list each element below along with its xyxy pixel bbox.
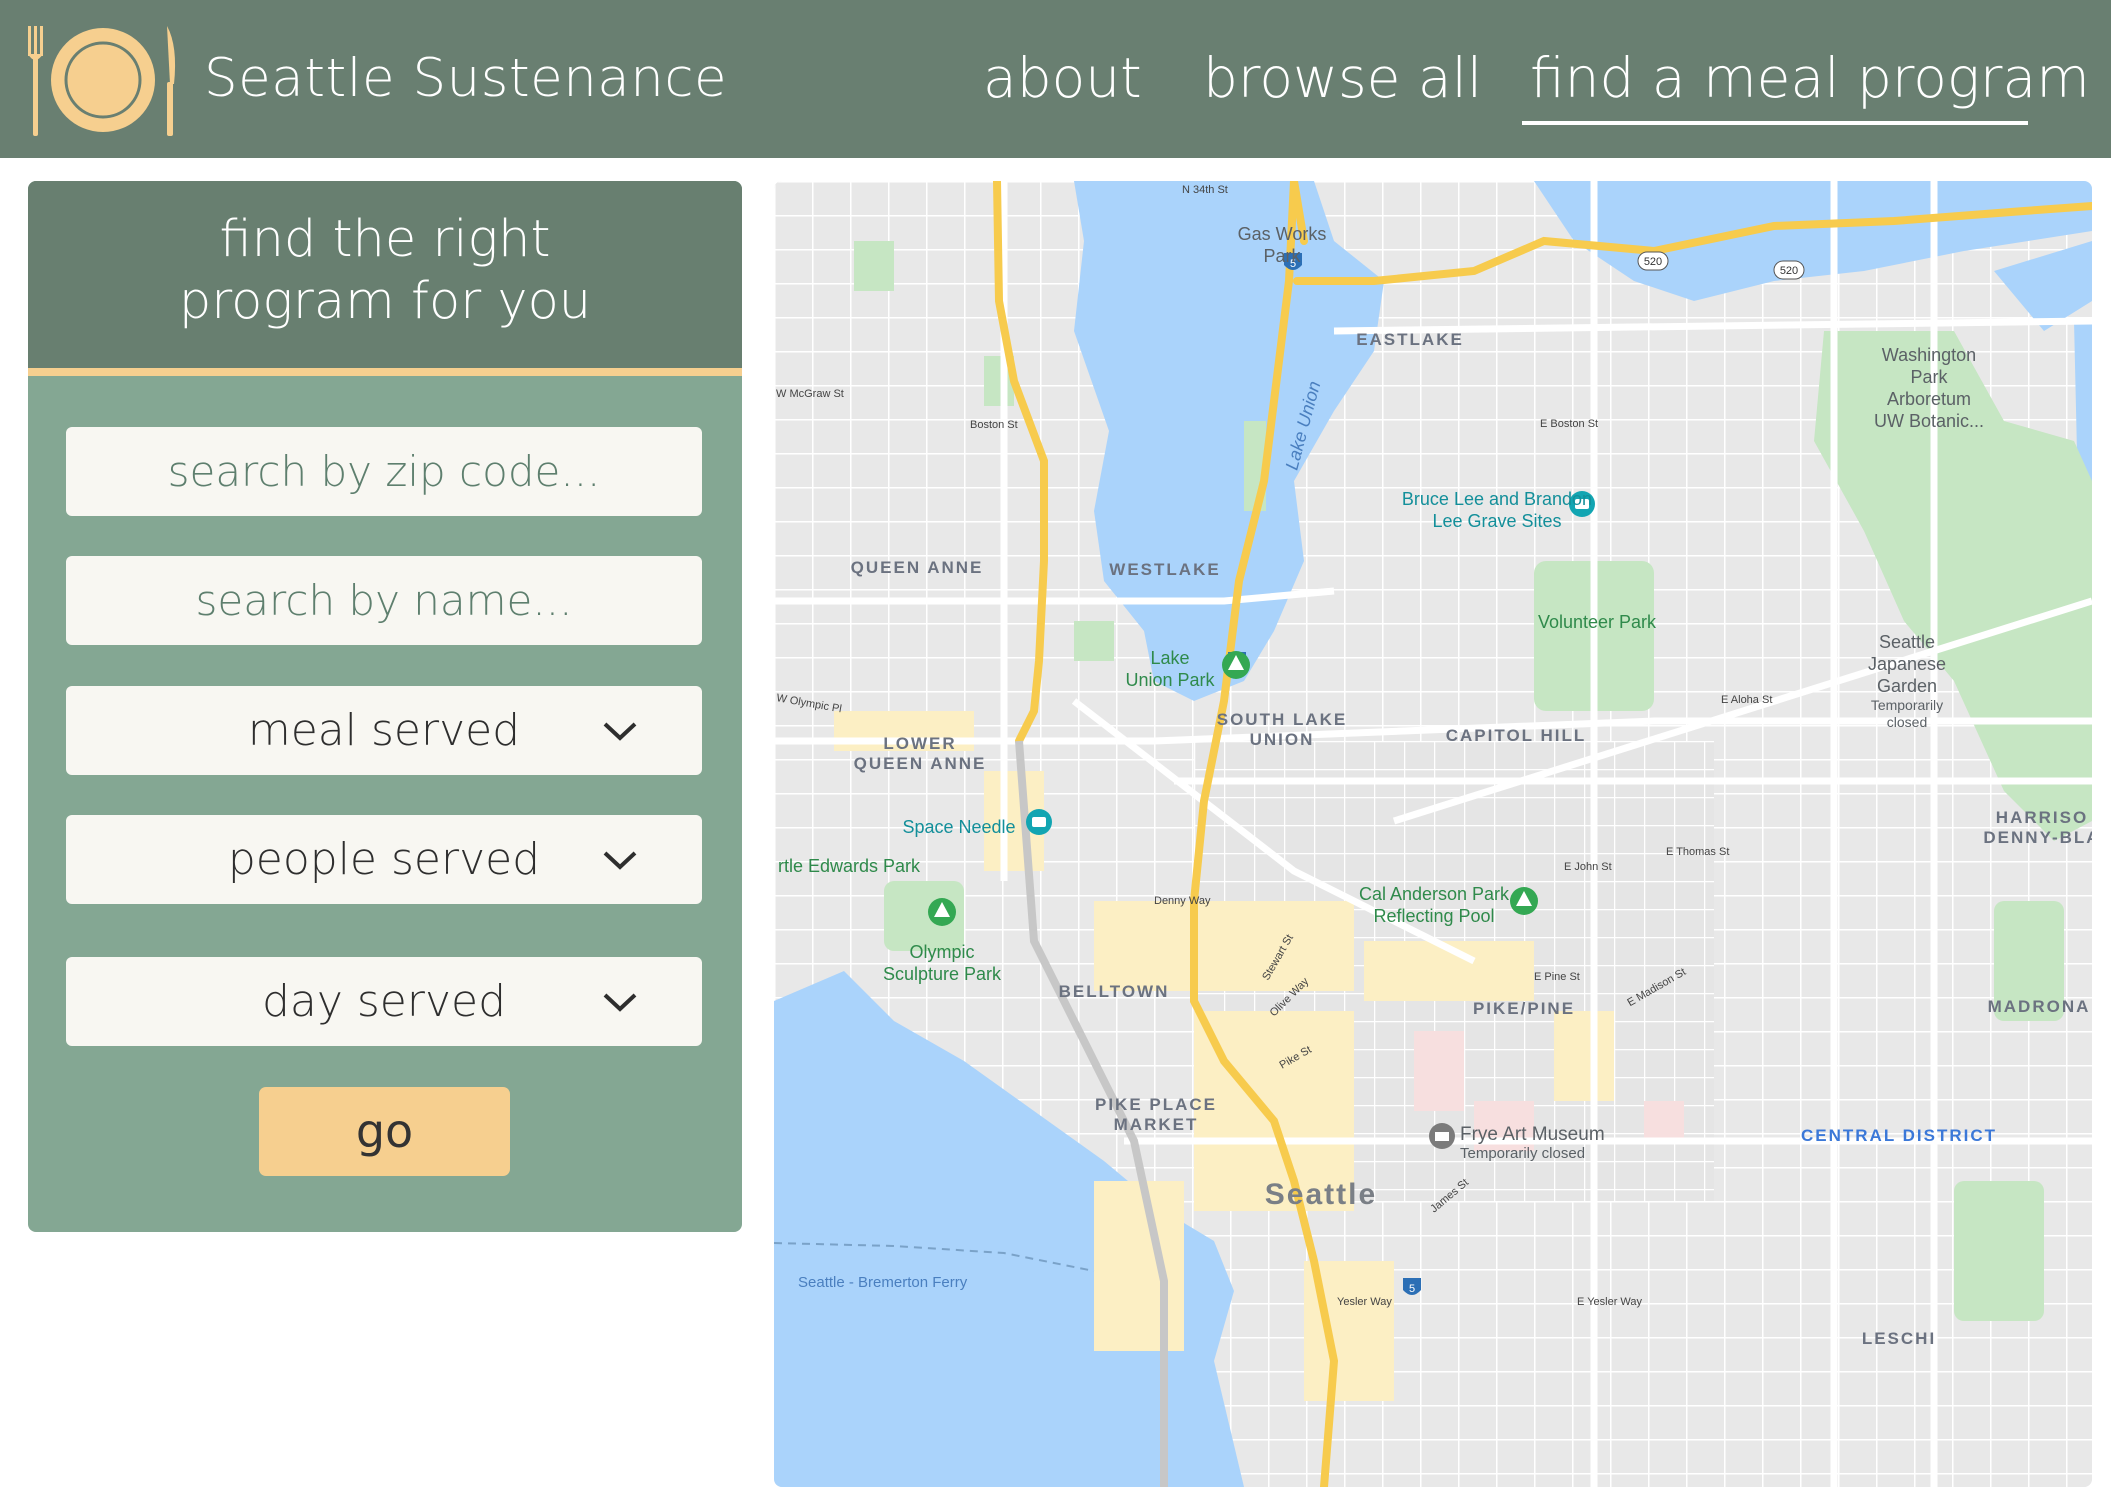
neighborhood-capitol-hill: CAPITOL HILL: [1446, 726, 1587, 745]
day-served-select[interactable]: day served: [66, 957, 702, 1046]
label-frye-museum-2: Temporarily closed: [1460, 1145, 1585, 1162]
tree-icon[interactable]: [928, 898, 956, 926]
name-field[interactable]: [66, 556, 702, 645]
panel-title: find the right program for you: [28, 209, 742, 333]
panel-header: find the right program for you: [28, 181, 742, 368]
neighborhood-pike-place-2: MARKET: [1114, 1115, 1199, 1134]
neighborhood-westlake: WESTLAKE: [1109, 560, 1220, 579]
neighborhood-eastlake: EASTLAKE: [1356, 330, 1464, 349]
fork-icon: [28, 26, 43, 136]
tree-icon[interactable]: [1510, 887, 1538, 915]
street-label-e-thomas: E Thomas St: [1666, 846, 1729, 858]
label-japanese-garden-1: Seattle: [1879, 632, 1935, 652]
label-olympic-sculpture-2: Sculpture Park: [883, 964, 1002, 984]
street-label-denny: Denny Way: [1154, 895, 1211, 907]
plate-utensils-logo-icon[interactable]: [24, 26, 180, 136]
sr520-shield-icon: 520: [1773, 260, 1805, 280]
chevron-down-icon: [603, 851, 637, 870]
label-lake-union-park-2: Union Park: [1125, 670, 1215, 690]
label-japanese-garden-2: Japanese: [1868, 654, 1946, 674]
tree-icon[interactable]: [1222, 651, 1250, 679]
panel-title-line-2: program for you: [178, 272, 592, 331]
neighborhood-lower-qa-2: QUEEN ANNE: [854, 754, 987, 773]
panel-title-line-1: find the right: [219, 210, 551, 269]
nav-find-meal-program[interactable]: find a meal program: [1530, 46, 2090, 110]
neighborhood-pike-place-1: PIKE PLACE: [1095, 1095, 1217, 1114]
label-cal-anderson-1: Cal Anderson Park: [1359, 884, 1510, 904]
ferry-label: Seattle - Bremerton Ferry: [798, 1274, 968, 1291]
label-japanese-garden-4: Temporarily: [1871, 697, 1943, 713]
people-served-select[interactable]: people served: [66, 815, 702, 904]
svg-text:5: 5: [1409, 1283, 1415, 1295]
neighborhood-queen-anne: QUEEN ANNE: [851, 558, 984, 577]
neighborhood-south-lake-2: UNION: [1250, 730, 1315, 749]
label-frye-museum-1: Frye Art Museum: [1460, 1124, 1605, 1145]
label-japanese-garden-3: Garden: [1877, 676, 1937, 696]
label-space-needle: Space Needle: [902, 817, 1015, 837]
neighborhood-pike-pine: PIKE/PINE: [1473, 999, 1575, 1018]
label-bruce-lee-2: Lee Grave Sites: [1432, 511, 1561, 531]
brand-name[interactable]: Seattle Sustenance: [204, 48, 727, 109]
plate-icon: [51, 28, 155, 132]
neighborhood-lower-qa-1: LOWER: [883, 734, 956, 753]
label-wash-park-2: Park: [1910, 367, 1948, 387]
label-bruce-lee-1: Bruce Lee and Brandon: [1402, 489, 1592, 509]
chevron-down-icon: [603, 993, 637, 1012]
street-label-n34th: N 34th St: [1182, 184, 1228, 196]
label-gas-works-1: Gas Works: [1238, 224, 1327, 244]
label-japanese-garden-5: closed: [1887, 714, 1927, 730]
neighborhood-harrison-1: HARRISO: [1996, 808, 2088, 827]
zip-code-field[interactable]: [66, 427, 702, 516]
label-lake-union-park-1: Lake: [1150, 648, 1189, 668]
neighborhood-harrison-2: DENNY-BLA: [1983, 828, 2092, 847]
street-label-e-john: E John St: [1564, 861, 1612, 873]
neighborhood-madrona: MADRONA: [1988, 997, 2091, 1016]
zip-code-input[interactable]: [66, 427, 702, 516]
neighborhood-belltown: BELLTOWN: [1059, 982, 1170, 1001]
label-gas-works-2: Park: [1263, 246, 1301, 266]
meal-served-select[interactable]: meal served: [66, 686, 702, 775]
search-panel: find the right program for you meal serv…: [28, 181, 742, 1232]
neighborhood-leschi: LESCHI: [1862, 1329, 1936, 1348]
label-olympic-sculpture-1: Olympic: [909, 942, 974, 962]
label-cal-anderson-2: Reflecting Pool: [1373, 906, 1494, 926]
street-label-e-yesler: E Yesler Way: [1577, 1296, 1643, 1308]
top-navigation-bar: Seattle Sustenance about browse all find…: [0, 0, 2111, 158]
camera-icon[interactable]: [1026, 809, 1052, 835]
svg-text:520: 520: [1780, 265, 1798, 277]
neighborhood-central-district: CENTRAL DISTRICT: [1801, 1126, 1997, 1145]
city-label-seattle: Seattle: [1265, 1178, 1377, 1211]
sr520-shield-icon: 520: [1637, 251, 1669, 271]
label-volunteer-park: Volunteer Park: [1538, 612, 1657, 632]
svg-text:520: 520: [1644, 256, 1662, 268]
street-label-e-boston: E Boston St: [1540, 418, 1598, 430]
go-button[interactable]: go: [259, 1087, 510, 1176]
street-label-boston: Boston St: [970, 419, 1018, 431]
museum-icon[interactable]: [1429, 1123, 1455, 1149]
street-label-yesler: Yesler Way: [1337, 1296, 1392, 1308]
nav-browse-all[interactable]: browse all: [1203, 46, 1482, 110]
i5-shield-icon: 5: [1403, 1278, 1421, 1295]
label-wash-park-4: UW Botanic...: [1874, 411, 1984, 431]
seattle-map[interactable]: 5 5 5 520 520: [774, 181, 2092, 1487]
street-label-w-mcgraw: W McGraw St: [776, 388, 844, 400]
name-search-input[interactable]: [66, 556, 702, 645]
chevron-down-icon: [603, 722, 637, 741]
label-wash-park-1: Washington: [1882, 345, 1976, 365]
neighborhood-south-lake-1: SOUTH LAKE: [1217, 710, 1348, 729]
street-label-e-aloha: E Aloha St: [1721, 694, 1772, 706]
label-myrtle-edwards: rtle Edwards Park: [778, 856, 921, 876]
street-label-e-pine: E Pine St: [1534, 971, 1580, 983]
nav-about[interactable]: about: [983, 46, 1142, 110]
knife-icon: [167, 26, 176, 136]
label-wash-park-3: Arboretum: [1887, 389, 1971, 409]
panel-divider: [28, 368, 742, 376]
active-nav-underline: [1522, 121, 2028, 125]
